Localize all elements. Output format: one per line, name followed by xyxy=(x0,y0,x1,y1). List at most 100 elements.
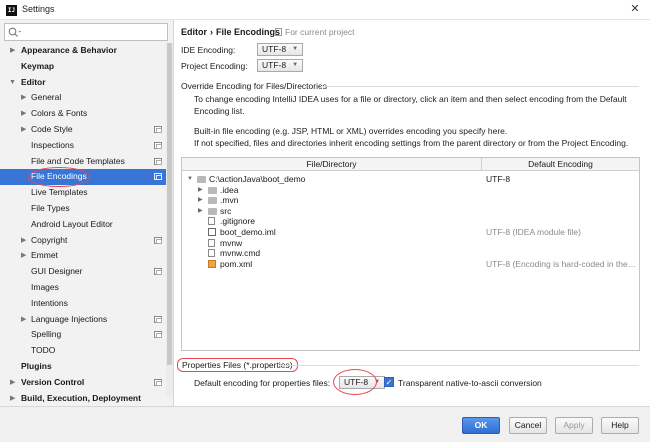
table-row[interactable]: mvnw xyxy=(182,238,639,249)
help-button[interactable]: Help xyxy=(601,417,639,434)
sidebar-scrollbar-thumb[interactable] xyxy=(167,43,172,365)
chevron-down-icon[interactable]: ▼ xyxy=(9,75,16,91)
sidebar-item[interactable]: Inspections xyxy=(0,138,166,154)
sidebar-item-label: Appearance & Behavior xyxy=(21,45,117,55)
table-row[interactable]: .gitignore xyxy=(182,216,639,227)
table-row[interactable]: mvnw.cmd xyxy=(182,248,639,259)
info-text-builtin: Built-in file encoding (e.g. JSP, HTML o… xyxy=(194,126,508,136)
project-scope-icon xyxy=(275,28,282,36)
sidebar-item[interactable]: ▼ Editor xyxy=(0,75,166,91)
search-icon xyxy=(8,27,21,37)
project-encoding-label: Project Encoding: xyxy=(181,61,248,71)
sidebar-item[interactable]: ▶ Code Style xyxy=(0,122,166,138)
sidebar-item-label: TODO xyxy=(31,345,56,356)
table-row[interactable]: ▼ C:\actionJava\boot_demo UTF-8 xyxy=(182,174,639,185)
sidebar-item[interactable]: ▶ Colors & Fonts xyxy=(0,106,166,122)
breadcrumb-parent: Editor xyxy=(181,27,207,37)
sidebar-item[interactable]: ▶ Emmet xyxy=(0,248,166,264)
sidebar-item[interactable]: TODO xyxy=(0,343,166,359)
annotation-ellipse xyxy=(333,369,377,395)
file-name: mvnw xyxy=(220,237,243,248)
chevron-right-icon[interactable]: ▶ xyxy=(21,106,26,122)
chevron-right-icon[interactable]: ▶ xyxy=(21,248,26,264)
sidebar-item[interactable]: Spelling xyxy=(0,327,166,343)
table-row[interactable]: pom.xml UTF-8 (Encoding is hard-coded in … xyxy=(182,259,639,270)
sidebar-item[interactable]: ▶ Language Injections xyxy=(0,312,166,328)
sidebar-item[interactable]: Android Layout Editor xyxy=(0,217,166,233)
title-bar: IJ Settings ✕ xyxy=(0,0,650,20)
ide-encoding-label: IDE Encoding: xyxy=(181,45,236,55)
settings-content: Editor › File Encodings For current projec… xyxy=(175,20,650,406)
chevron-right-icon[interactable]: ▶ xyxy=(10,391,15,406)
project-settings-icon xyxy=(154,236,162,244)
sidebar-item-label: General xyxy=(31,92,62,103)
ide-encoding-value: UTF-8 xyxy=(262,44,287,54)
sidebar-item[interactable]: ▶ Appearance & Behavior xyxy=(0,43,166,59)
project-settings-icon xyxy=(154,331,162,339)
sidebar-item[interactable]: File and Code Templates xyxy=(0,154,166,170)
chevron-right-icon[interactable]: ▶ xyxy=(198,206,203,217)
table-row[interactable]: ▶ src xyxy=(182,206,639,217)
cancel-button[interactable]: Cancel xyxy=(509,417,547,434)
sidebar-item-label: Editor xyxy=(21,76,46,87)
sidebar-item-label: Emmet xyxy=(31,250,58,261)
chevron-right-icon[interactable]: ▶ xyxy=(198,195,203,206)
apply-button[interactable]: Apply xyxy=(555,417,593,434)
file-encoding-value[interactable]: UTF-8 (IDEA module file) xyxy=(486,227,638,238)
chevron-right-icon[interactable]: ▶ xyxy=(21,90,26,106)
sidebar-item[interactable]: ▶ General xyxy=(0,90,166,106)
transparent-conversion-label[interactable]: Transparent native-to-ascii conversion xyxy=(398,376,542,390)
column-header-file[interactable]: File/Directory xyxy=(182,158,482,171)
sidebar-item[interactable]: Keymap xyxy=(0,59,166,75)
sidebar-item[interactable]: ▶ Build, Execution, Deployment xyxy=(0,391,166,406)
sidebar-item-label: Android Layout Editor xyxy=(31,218,113,229)
sidebar-item[interactable]: ▶ Copyright xyxy=(0,233,166,249)
file-icon xyxy=(208,217,215,226)
dialog-footer: OK Cancel Apply Help xyxy=(0,406,650,442)
folder-icon xyxy=(208,207,217,215)
properties-encoding-label: Default encoding for properties files: xyxy=(194,378,331,388)
ok-button[interactable]: OK xyxy=(462,417,500,434)
project-settings-icon xyxy=(154,141,162,149)
sidebar-item-label: Code Style xyxy=(31,123,73,134)
sidebar-item[interactable]: Live Templates xyxy=(0,185,166,201)
sidebar-item[interactable]: GUI Designer xyxy=(0,264,166,280)
project-scope-label: For current project xyxy=(285,27,355,37)
sidebar-item-label: File Types xyxy=(31,202,70,213)
chevron-right-icon[interactable]: ▶ xyxy=(198,185,203,196)
table-row[interactable]: ▶ .mvn xyxy=(182,195,639,206)
sidebar-item-label: Images xyxy=(31,281,59,292)
chevron-right-icon[interactable]: ▶ xyxy=(21,233,26,249)
sidebar-item[interactable]: File Encodings xyxy=(0,167,166,188)
close-icon[interactable]: ✕ xyxy=(628,2,642,16)
project-encoding-value: UTF-8 xyxy=(262,60,287,70)
table-row[interactable]: boot_demo.iml UTF-8 (IDEA module file) xyxy=(182,227,639,238)
xml-icon xyxy=(208,259,216,268)
chevron-right-icon[interactable]: ▶ xyxy=(10,43,15,59)
table-row[interactable]: ▶ .idea xyxy=(182,185,639,196)
file-name: .gitignore xyxy=(220,216,255,227)
sidebar-item-label: Inspections xyxy=(31,139,74,150)
sidebar-item-label: Copyright xyxy=(31,234,68,245)
file-name: pom.xml xyxy=(220,258,253,269)
sidebar-item[interactable]: Intentions xyxy=(0,296,166,312)
sidebar-item[interactable]: Images xyxy=(0,280,166,296)
file-encoding-value[interactable]: UTF-8 xyxy=(486,174,638,185)
file-encoding-value[interactable]: UTF-8 (Encoding is hard-coded in the tex… xyxy=(486,259,638,270)
sidebar-scrollbar[interactable] xyxy=(166,43,173,397)
column-header-encoding[interactable]: Default Encoding xyxy=(482,158,639,171)
override-section-title: Override Encoding for Files/Directories xyxy=(181,81,327,91)
sidebar-item[interactable]: ▶ Version Control xyxy=(0,375,166,391)
transparent-conversion-checkbox[interactable]: ✓ xyxy=(384,377,394,387)
sidebar-item[interactable]: Plugins xyxy=(0,359,166,375)
settings-search-input[interactable] xyxy=(4,23,168,41)
chevron-right-icon[interactable]: ▶ xyxy=(21,312,26,328)
ide-encoding-select[interactable]: UTF-8 ▼ xyxy=(257,43,304,56)
sidebar-item-label: Spelling xyxy=(31,329,62,340)
project-settings-icon xyxy=(154,315,162,323)
project-encoding-select[interactable]: UTF-8 ▼ xyxy=(257,59,304,72)
chevron-right-icon[interactable]: ▶ xyxy=(10,375,15,391)
sidebar-item[interactable]: File Types xyxy=(0,201,166,217)
chevron-down-icon[interactable]: ▼ xyxy=(187,174,193,185)
chevron-right-icon[interactable]: ▶ xyxy=(21,122,26,138)
